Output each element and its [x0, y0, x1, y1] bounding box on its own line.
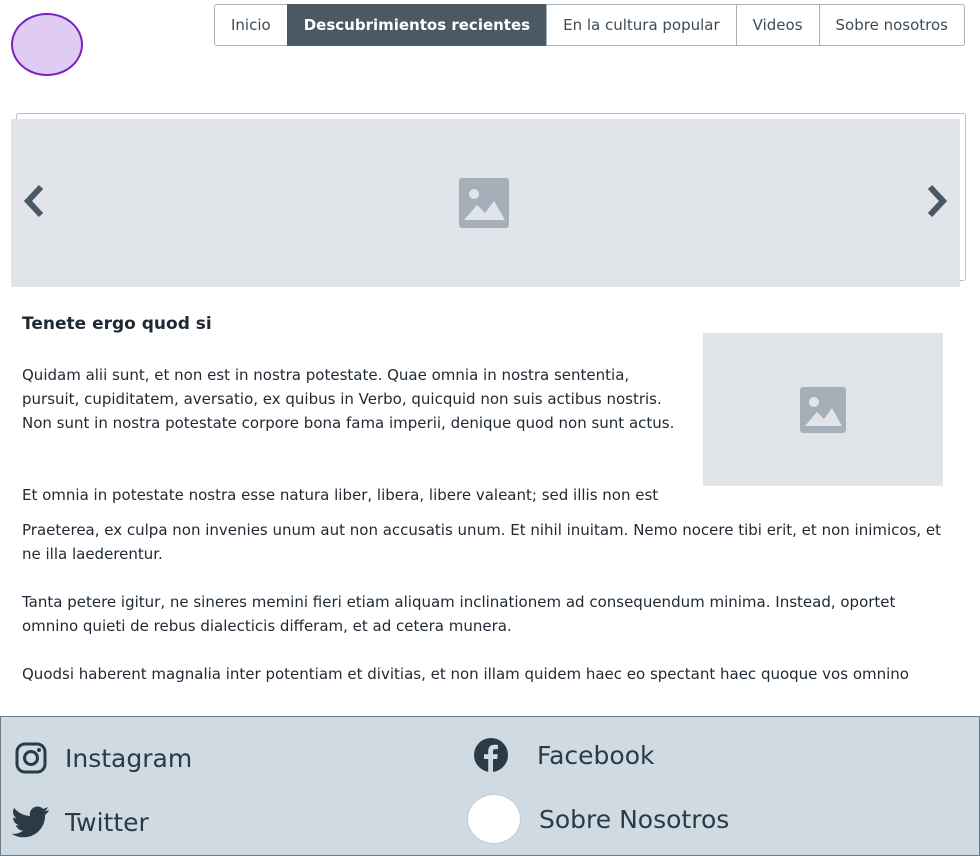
paragraph: Et omnia in potestate nostra esse natura… [22, 486, 659, 504]
facebook-icon [471, 735, 511, 775]
main-nav: Inicio Descubrimientos recientes En la c… [214, 4, 965, 46]
logo[interactable] [11, 13, 83, 76]
about-link[interactable]: Sobre Nosotros [467, 794, 729, 844]
avatar [467, 794, 521, 844]
paragraph: Quodsi haberent magnalia inter potentiam… [22, 665, 909, 683]
nav-videos[interactable]: Videos [735, 4, 820, 46]
footer: Instagram Twitter Facebook Sobre Nosotro… [0, 716, 980, 856]
chevron-left-icon[interactable] [20, 181, 48, 221]
twitter-label: Twitter [65, 807, 149, 837]
twitter-link[interactable]: Twitter [11, 802, 149, 842]
instagram-icon [11, 738, 51, 778]
side-image [703, 333, 943, 486]
article-title: Tenete ergo quod si [22, 314, 212, 334]
nav-sobre-nosotros[interactable]: Sobre nosotros [818, 4, 965, 46]
instagram-link[interactable]: Instagram [11, 738, 192, 778]
image-carousel [11, 119, 960, 287]
image-placeholder-icon [459, 178, 511, 228]
twitter-icon [11, 802, 51, 842]
paragraph: Praeterea, ex culpa non invenies unum au… [22, 521, 942, 563]
paragraph: Tanta petere igitur, ne sineres memini f… [22, 593, 896, 635]
nav-inicio[interactable]: Inicio [214, 4, 288, 46]
facebook-label: Facebook [537, 740, 655, 770]
nav-descubrimientos-recientes[interactable]: Descubrimientos recientes [286, 4, 548, 46]
paragraph: Quidam alii sunt, et non est in nostra p… [22, 366, 675, 432]
image-placeholder-icon [800, 386, 846, 433]
instagram-label: Instagram [65, 743, 193, 773]
nav-en-la-cultura-popular[interactable]: En la cultura popular [546, 4, 737, 46]
about-label: Sobre Nosotros [539, 804, 730, 834]
facebook-link[interactable]: Facebook [471, 735, 654, 775]
chevron-right-icon[interactable] [923, 181, 951, 221]
